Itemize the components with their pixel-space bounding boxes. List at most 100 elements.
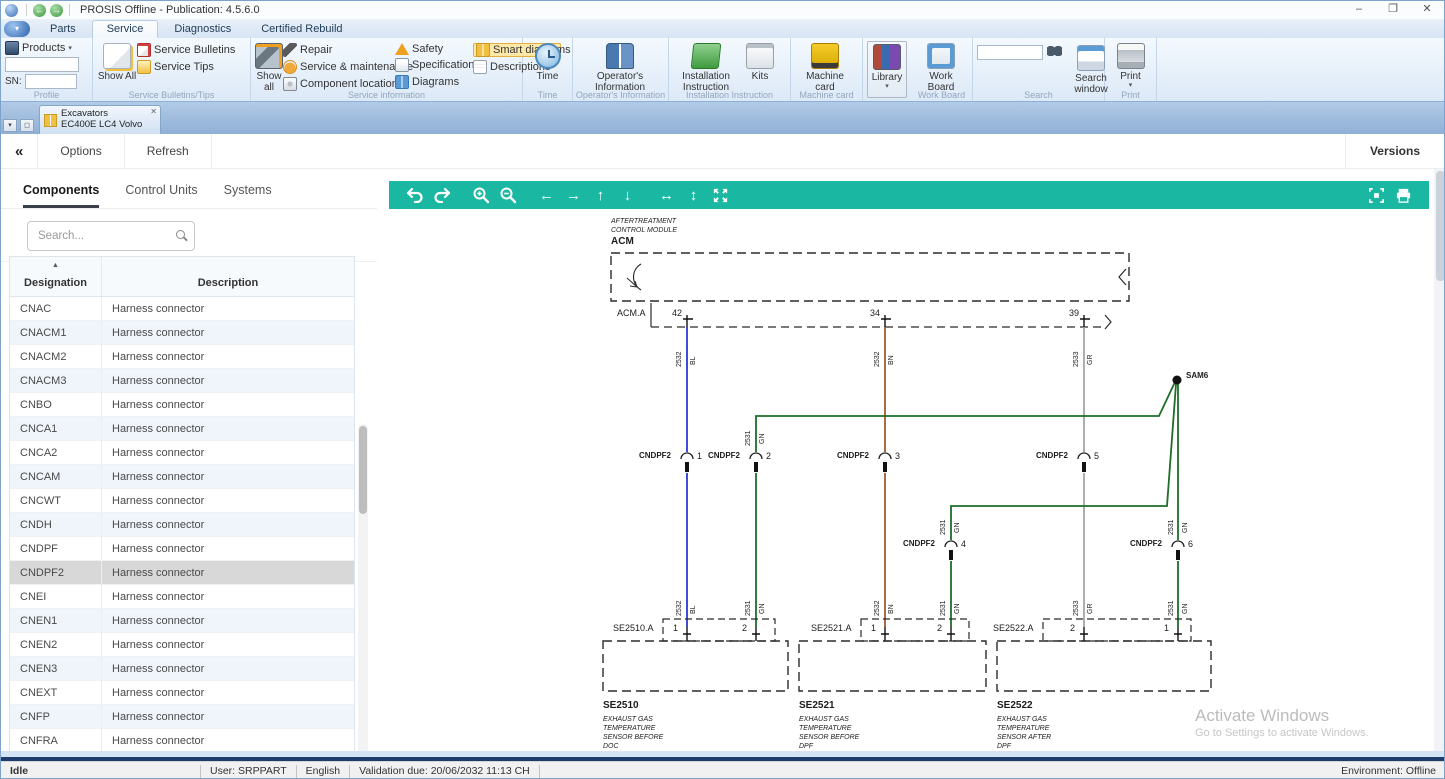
- table-row[interactable]: CNBOHarness connector: [10, 393, 354, 417]
- pan-up-icon[interactable]: ↑: [587, 183, 614, 207]
- table-scrollbar[interactable]: [358, 424, 368, 751]
- nav-forward-button[interactable]: →: [50, 4, 63, 17]
- fit-height-icon[interactable]: ↕: [680, 183, 707, 207]
- diagrams-button[interactable]: Diagrams: [395, 75, 473, 89]
- wrench-icon: [283, 43, 297, 57]
- new-tab-button[interactable]: ◻: [20, 119, 34, 132]
- ribbon-search-input[interactable]: [977, 45, 1043, 60]
- library-button[interactable]: Library ▾: [867, 41, 907, 98]
- cell-designation: CNEN2: [10, 633, 102, 656]
- kits-button[interactable]: Kits: [739, 41, 781, 89]
- fit-width-icon[interactable]: ↔: [653, 183, 680, 207]
- sn-input[interactable]: [25, 74, 77, 89]
- diagram-label: ACM: [611, 237, 634, 247]
- pan-down-icon[interactable]: ↓: [614, 183, 641, 207]
- versions-button[interactable]: Versions: [1345, 134, 1444, 168]
- diagram-label: CNDPF2: [837, 452, 869, 460]
- specifications-button[interactable]: Specifications: [395, 58, 473, 72]
- close-icon[interactable]: ✕: [150, 107, 157, 116]
- table-row[interactable]: CNFPHarness connector: [10, 705, 354, 729]
- document-tab-excavators[interactable]: Excavators EC400E LC4 Volvo ✕: [39, 105, 161, 134]
- diagram-label: AFTERTREATMENT: [611, 218, 676, 225]
- print-diagram-icon[interactable]: [1390, 183, 1417, 207]
- minimize-button[interactable]: –: [1342, 1, 1376, 19]
- binoculars-icon[interactable]: [1047, 45, 1062, 56]
- application-menu-button[interactable]: ▾: [4, 21, 30, 37]
- close-button[interactable]: ✕: [1410, 1, 1444, 19]
- profile-input[interactable]: [5, 57, 79, 72]
- tab-control-units[interactable]: Control Units: [125, 183, 197, 208]
- undo-icon[interactable]: [401, 183, 428, 207]
- column-description[interactable]: Description: [102, 257, 354, 296]
- tab-diagnostics[interactable]: Diagnostics: [160, 21, 245, 38]
- diagram-label: SE2522.A: [993, 624, 1034, 633]
- tab-components[interactable]: Components: [23, 183, 99, 208]
- pan-left-icon[interactable]: ←: [533, 183, 560, 207]
- diagram-label: 2531: [745, 600, 752, 616]
- table-row[interactable]: CNEXTHarness connector: [10, 681, 354, 705]
- table-row[interactable]: CNFRAHarness connector: [10, 729, 354, 751]
- service-tips-button[interactable]: Service Tips: [137, 60, 235, 74]
- table-row[interactable]: CNCWTHarness connector: [10, 489, 354, 513]
- component-location-button[interactable]: Component location: [283, 77, 395, 91]
- search-input[interactable]: [27, 221, 195, 251]
- print-button[interactable]: Print ▾: [1109, 41, 1152, 89]
- table-row[interactable]: CNACM2Harness connector: [10, 345, 354, 369]
- table-row[interactable]: CNACM3Harness connector: [10, 369, 354, 393]
- table-row[interactable]: CNCA1Harness connector: [10, 417, 354, 441]
- restore-button[interactable]: ❐: [1376, 1, 1410, 19]
- service-tips-icon: [137, 60, 151, 74]
- redo-icon[interactable]: [428, 183, 455, 207]
- scrollbar-thumb[interactable]: [1436, 171, 1445, 281]
- table-row[interactable]: CNCAMHarness connector: [10, 465, 354, 489]
- table-row[interactable]: CNEIHarness connector: [10, 585, 354, 609]
- show-all-service-button[interactable]: Show all: [255, 41, 283, 89]
- expand-icon[interactable]: [707, 183, 734, 207]
- collapse-panel-button[interactable]: «: [1, 134, 38, 168]
- warning-triangle-icon: [395, 43, 409, 55]
- fit-screen-icon[interactable]: [1363, 183, 1390, 207]
- show-all-bulletins-button[interactable]: Show All: [97, 41, 137, 89]
- operators-information-button[interactable]: Operator's Information: [577, 41, 663, 89]
- time-button[interactable]: Time: [527, 41, 568, 89]
- repair-button[interactable]: Repair: [283, 43, 395, 57]
- column-designation[interactable]: ▲ Designation: [10, 257, 102, 296]
- table-row[interactable]: CNEN2Harness connector: [10, 633, 354, 657]
- tab-certified-rebuild[interactable]: Certified Rebuild: [247, 21, 356, 38]
- table-row[interactable]: CNACHarness connector: [10, 297, 354, 321]
- diagram-vertical-scrollbar[interactable]: [1434, 169, 1445, 751]
- tab-service[interactable]: Service: [92, 20, 159, 38]
- diagram-label: 6: [1188, 540, 1193, 549]
- app-icon[interactable]: [5, 4, 18, 17]
- diagram-label: SE2521.A: [811, 624, 852, 633]
- zoom-out-icon[interactable]: [494, 183, 521, 207]
- scrollbar-thumb[interactable]: [359, 426, 367, 514]
- nav-back-button[interactable]: ←: [33, 4, 46, 17]
- diagram-label: CNDPF2: [1130, 540, 1162, 548]
- machine-card-button[interactable]: Machine card: [795, 41, 855, 89]
- safety-button[interactable]: Safety: [395, 43, 473, 55]
- table-row[interactable]: CNDPFHarness connector: [10, 537, 354, 561]
- table-row[interactable]: CNCA2Harness connector: [10, 441, 354, 465]
- service-maintenance-button[interactable]: Service & maintenance: [283, 60, 395, 74]
- search-icon[interactable]: [176, 230, 185, 239]
- refresh-button[interactable]: Refresh: [125, 134, 212, 168]
- table-row[interactable]: CNACM1Harness connector: [10, 321, 354, 345]
- table-row[interactable]: CNDHHarness connector: [10, 513, 354, 537]
- tab-parts[interactable]: Parts: [36, 21, 90, 38]
- service-bulletins-button[interactable]: Service Bulletins: [137, 43, 235, 57]
- cell-description: Harness connector: [102, 321, 354, 344]
- diagram-label: 2: [937, 624, 942, 633]
- work-board-button[interactable]: Work Board: [915, 41, 967, 89]
- diagram-label: SE2510.A: [613, 624, 654, 633]
- installation-instruction-button[interactable]: Installation Instruction: [673, 41, 739, 89]
- pan-right-icon[interactable]: →: [560, 183, 587, 207]
- table-row[interactable]: CNEN1Harness connector: [10, 609, 354, 633]
- tab-systems[interactable]: Systems: [224, 183, 272, 208]
- products-button[interactable]: Products ▾: [5, 41, 88, 55]
- tab-list-dropdown-button[interactable]: ▾: [3, 119, 17, 132]
- options-button[interactable]: Options: [38, 134, 124, 168]
- table-row[interactable]: CNEN3Harness connector: [10, 657, 354, 681]
- zoom-in-icon[interactable]: [467, 183, 494, 207]
- table-row[interactable]: CNDPF2Harness connector: [10, 561, 354, 585]
